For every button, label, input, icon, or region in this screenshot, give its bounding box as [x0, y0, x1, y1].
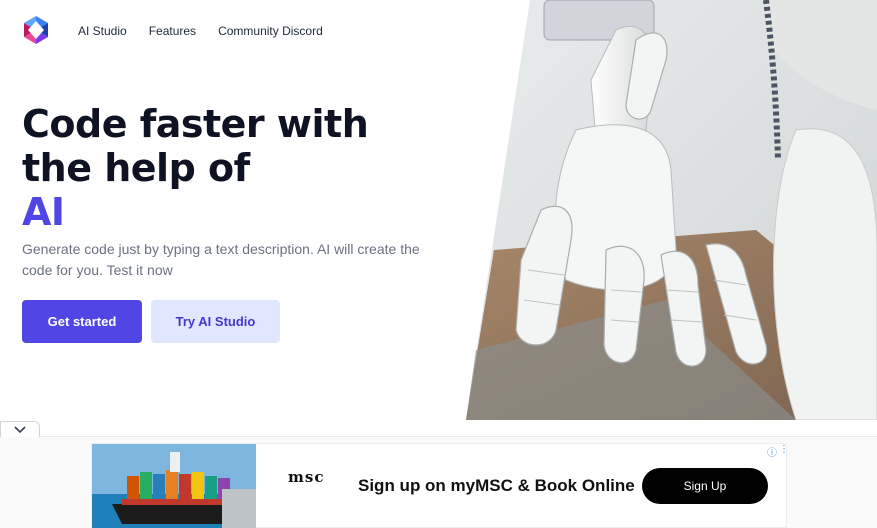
nav-item-community-discord[interactable]: Community Discord — [218, 24, 323, 38]
container-ship-image — [92, 444, 256, 528]
logo-icon[interactable] — [22, 16, 50, 44]
msc-logo: msc — [288, 470, 324, 504]
collapse-ad-button[interactable] — [0, 421, 40, 438]
nav-item-ai-studio[interactable]: AI Studio — [78, 24, 127, 38]
hero-subtitle: Generate code just by typing a text desc… — [22, 241, 420, 278]
top-nav: AI Studio Features Community Discord — [78, 24, 323, 38]
more-vertical-icon[interactable]: ⋮ — [779, 444, 789, 455]
chevron-down-icon — [14, 426, 26, 434]
ad-headline: Sign up on myMSC & Book Online — [358, 476, 635, 495]
page: AI Studio Features Community Discord Cod… — [0, 0, 877, 528]
nav-item-features[interactable]: Features — [149, 24, 196, 38]
hero-title-accent: AI — [22, 190, 65, 234]
sign-up-button[interactable]: Sign Up — [642, 468, 768, 504]
try-ai-studio-button[interactable]: Try AI Studio — [151, 300, 280, 343]
get-started-button[interactable]: Get started — [22, 300, 142, 343]
info-icon[interactable]: ⓘ — [767, 444, 777, 459]
hero-title: Code faster with the help of AI — [22, 102, 442, 234]
ad-banner[interactable]: msc Sign up on myMSC & Book Online Sign … — [91, 443, 789, 528]
msc-logo-text: msc — [288, 468, 325, 486]
robot-hand-image — [466, 0, 877, 420]
hero-title-text: Code faster with the help of — [22, 102, 369, 190]
